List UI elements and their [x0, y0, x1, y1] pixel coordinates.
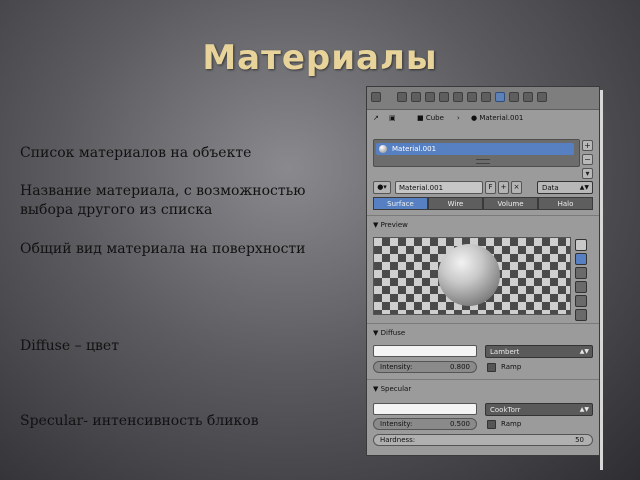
- editor-type-icon[interactable]: [371, 92, 381, 102]
- add-slot-button[interactable]: +: [582, 140, 593, 151]
- list-resize-grip[interactable]: [476, 159, 490, 164]
- diffuse-ramp-checkbox[interactable]: [487, 363, 496, 372]
- preview-sky-button[interactable]: [575, 309, 587, 321]
- link-dropdown[interactable]: Data ▲▼: [537, 181, 593, 194]
- browse-material-button[interactable]: ●▾: [373, 181, 391, 194]
- diffuse-color-swatch[interactable]: [373, 345, 477, 357]
- preview-monkey-button[interactable]: [575, 281, 587, 293]
- breadcrumb-material: ● Material.001: [471, 114, 524, 122]
- specular-hardness-label: Hardness:: [380, 436, 416, 444]
- unlink-button[interactable]: ×: [511, 181, 522, 194]
- preview-sphere-button[interactable]: [575, 253, 587, 265]
- note-preview: Общий вид материала на поверхности: [20, 241, 306, 257]
- new-material-button[interactable]: +: [498, 181, 509, 194]
- slide-title: Материалы: [202, 38, 438, 78]
- preview-hair-button[interactable]: [575, 295, 587, 307]
- preview-sphere: [438, 244, 500, 306]
- breadcrumb-object-label: Cube: [425, 114, 444, 122]
- tab-wire[interactable]: Wire: [428, 197, 483, 210]
- material-slot-list[interactable]: Material.001: [373, 139, 580, 167]
- chevron-down-icon: ▲▼: [579, 348, 589, 355]
- specular-shader-label: CookTorr: [490, 406, 521, 414]
- specular-header-label: Specular: [380, 385, 412, 393]
- diffuse-intensity-value: 0.800: [449, 363, 470, 371]
- specular-ramp-checkbox[interactable]: [487, 420, 496, 429]
- fake-user-button[interactable]: F: [485, 181, 496, 194]
- preview-header-label: Preview: [380, 221, 408, 229]
- scene-icon[interactable]: [411, 92, 421, 102]
- material-properties-panel: ↗ ▣ ■ Cube › ● Material.001 Material.001…: [366, 86, 600, 456]
- material-preview: [373, 237, 571, 315]
- section-divider: [367, 215, 599, 216]
- material-icon[interactable]: [495, 92, 505, 102]
- section-divider: [367, 323, 599, 324]
- breadcrumb-material-label: Material.001: [479, 114, 524, 122]
- note-material-list: Список материалов на объекте: [20, 145, 252, 161]
- note-specular: Specular- интенсивность бликов: [20, 413, 259, 429]
- decorative-bar: [600, 90, 603, 470]
- preview-cube-button[interactable]: [575, 267, 587, 279]
- physics-icon[interactable]: [537, 92, 547, 102]
- world-icon[interactable]: [425, 92, 435, 102]
- material-slot-label: Material.001: [392, 145, 437, 153]
- material-name-field[interactable]: Material.001: [395, 181, 483, 194]
- specular-hardness-value: 50: [575, 436, 584, 444]
- note-diffuse: Diffuse – цвет: [20, 338, 119, 354]
- chevron-down-icon: ▲▼: [579, 184, 589, 191]
- specular-ramp-label: Ramp: [501, 420, 522, 428]
- tab-surface[interactable]: Surface: [373, 197, 428, 210]
- diffuse-shader-dropdown[interactable]: Lambert ▲▼: [485, 345, 593, 358]
- section-divider: [367, 379, 599, 380]
- link-dropdown-label: Data: [542, 184, 559, 192]
- specular-shader-dropdown[interactable]: CookTorr ▲▼: [485, 403, 593, 416]
- modifiers-icon[interactable]: [467, 92, 477, 102]
- slot-menu-button[interactable]: ▾: [582, 168, 593, 179]
- specular-section-header[interactable]: ▼ Specular: [373, 383, 411, 395]
- particles-icon[interactable]: [523, 92, 533, 102]
- diffuse-ramp-label: Ramp: [501, 363, 522, 371]
- render-icon[interactable]: [397, 92, 407, 102]
- data-icon[interactable]: [481, 92, 491, 102]
- properties-toolbar: [367, 87, 599, 110]
- texture-icon[interactable]: [509, 92, 519, 102]
- constraints-icon[interactable]: [453, 92, 463, 102]
- material-type-tabs: Surface Wire Volume Halo: [373, 197, 593, 210]
- material-slot-item[interactable]: Material.001: [376, 143, 574, 155]
- specular-color-swatch[interactable]: [373, 403, 477, 415]
- preview-flat-button[interactable]: [575, 239, 587, 251]
- specular-intensity-label: Intensity:: [380, 420, 413, 428]
- breadcrumb-object: ■ Cube: [417, 114, 444, 122]
- breadcrumb-separator: ›: [457, 114, 460, 122]
- diffuse-header-label: Diffuse: [380, 329, 406, 337]
- tab-volume[interactable]: Volume: [483, 197, 538, 210]
- diffuse-shader-label: Lambert: [490, 348, 520, 356]
- remove-slot-button[interactable]: −: [582, 154, 593, 165]
- tab-halo[interactable]: Halo: [538, 197, 593, 210]
- note-material-name: Название материала, с возможностью выбор…: [20, 183, 306, 218]
- diffuse-intensity-label: Intensity:: [380, 363, 413, 371]
- diffuse-section-header[interactable]: ▼ Diffuse: [373, 327, 405, 339]
- diffuse-intensity-field[interactable]: Intensity: 0.800: [373, 361, 477, 373]
- specular-intensity-field[interactable]: Intensity: 0.500: [373, 418, 477, 430]
- chevron-down-icon: ▲▼: [579, 406, 589, 413]
- pin-icon[interactable]: ↗: [373, 111, 379, 125]
- specular-intensity-value: 0.500: [449, 420, 470, 428]
- mesh-icon: ▣: [389, 114, 396, 122]
- specular-hardness-field[interactable]: Hardness: 50: [373, 434, 593, 446]
- preview-section-header[interactable]: ▼ Preview: [373, 219, 408, 231]
- object-icon[interactable]: [439, 92, 449, 102]
- material-ball-icon: [379, 145, 387, 153]
